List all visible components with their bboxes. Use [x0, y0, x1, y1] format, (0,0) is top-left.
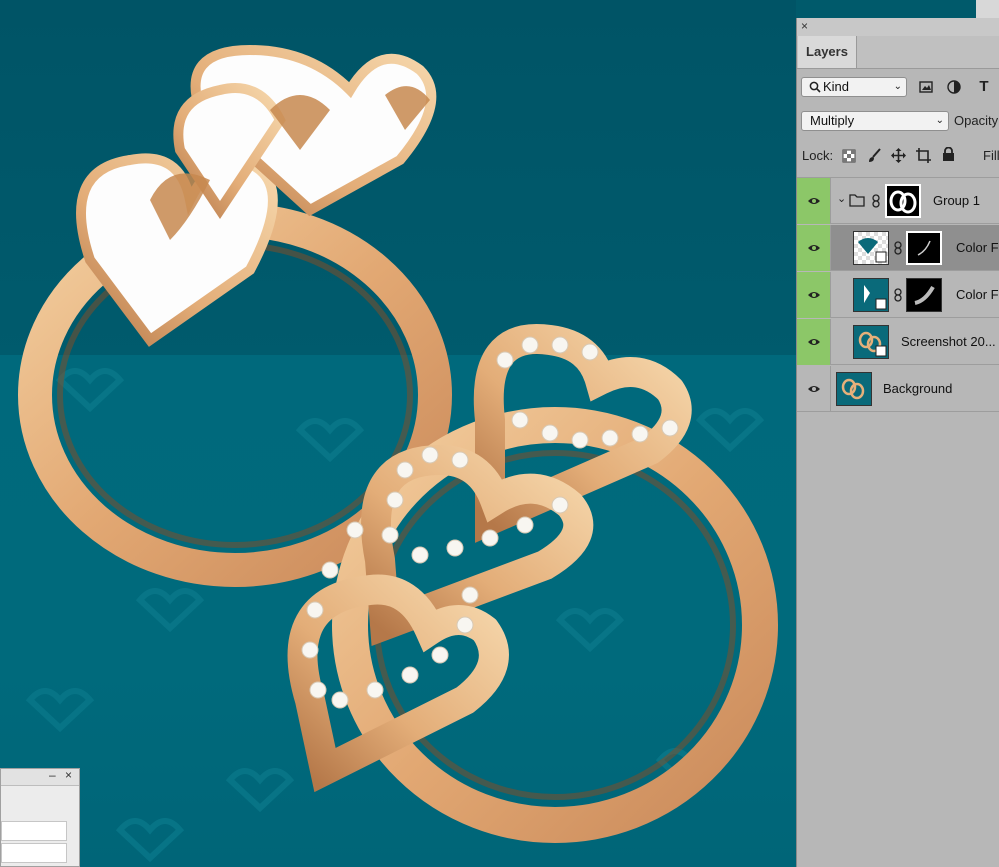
- floating-dialog: – ×: [0, 768, 80, 867]
- fill-label: Fill: [983, 148, 999, 163]
- filter-row: Kind ⌄ T: [797, 69, 999, 107]
- eye-icon: [808, 339, 820, 345]
- smart-object-thumbnail[interactable]: [853, 325, 889, 359]
- layer-mask-thumbnail[interactable]: [906, 231, 942, 265]
- blend-mode-dropdown[interactable]: Multiply ⌄: [801, 111, 949, 131]
- group-mask-thumbnail[interactable]: [885, 184, 921, 218]
- image-filter-icon[interactable]: [919, 80, 933, 94]
- dialog-field[interactable]: [1, 821, 67, 841]
- lock-brush-icon[interactable]: [867, 148, 882, 163]
- chevron-down-icon: ⌄: [893, 81, 902, 92]
- adjustment-filter-icon[interactable]: [947, 80, 961, 94]
- layer-row-color-fill-1[interactable]: Color F: [797, 225, 999, 271]
- lock-row: Lock: Fill: [797, 137, 999, 178]
- lock-transparent-icon[interactable]: [842, 149, 856, 163]
- eye-icon: [808, 245, 820, 251]
- filter-kind-dropdown[interactable]: Kind ⌄: [801, 77, 907, 97]
- document-canvas[interactable]: [0, 0, 796, 867]
- lock-move-icon[interactable]: [891, 148, 906, 163]
- eye-icon: [808, 386, 820, 392]
- visibility-toggle[interactable]: [797, 225, 831, 271]
- layer-row-group-1[interactable]: ⌄ Group 1: [797, 178, 999, 224]
- link-icon[interactable]: [872, 194, 880, 208]
- layer-mask-thumbnail[interactable]: [906, 278, 942, 312]
- layers-panel: × Layers Kind ⌄ T Multiply ⌄ Opacity Loc…: [796, 18, 999, 867]
- lock-artboard-icon[interactable]: [916, 148, 931, 163]
- layer-name: Color F: [956, 287, 999, 302]
- dialog-field[interactable]: [1, 843, 67, 863]
- eye-icon: [808, 198, 820, 204]
- folder-icon: [849, 194, 865, 207]
- lock-label: Lock:: [802, 148, 834, 163]
- visibility-toggle[interactable]: [797, 319, 831, 365]
- color-fill-thumbnail[interactable]: [853, 231, 889, 265]
- tab-layers[interactable]: Layers: [798, 36, 857, 68]
- visibility-toggle[interactable]: [797, 366, 831, 412]
- visibility-toggle[interactable]: [797, 272, 831, 318]
- chevron-down-icon: ⌄: [935, 115, 944, 126]
- type-filter-icon[interactable]: T: [975, 78, 993, 96]
- background-thumbnail[interactable]: [836, 372, 872, 406]
- chevron-down-icon[interactable]: ⌄: [837, 192, 846, 205]
- link-icon[interactable]: [894, 241, 902, 255]
- eye-icon: [808, 292, 820, 298]
- opacity-label: Opacity: [954, 113, 999, 128]
- ring-photo: [18, 44, 778, 863]
- close-icon[interactable]: ×: [65, 768, 72, 782]
- layer-name: Group 1: [933, 193, 980, 208]
- visibility-toggle[interactable]: [797, 178, 831, 224]
- dialog-title-bar: – ×: [1, 768, 79, 786]
- panel-header-bar: ×: [797, 18, 999, 36]
- panel-close-icon[interactable]: ×: [801, 19, 808, 33]
- window-edge: [976, 0, 999, 18]
- link-icon[interactable]: [894, 288, 902, 302]
- minimize-icon[interactable]: –: [49, 768, 56, 782]
- blend-row: Multiply ⌄ Opacity: [797, 107, 999, 137]
- layer-name: Background: [883, 381, 953, 396]
- layer-row-color-fill-2[interactable]: Color F: [797, 272, 999, 318]
- layer-row-background[interactable]: Background: [797, 366, 999, 412]
- lock-all-icon[interactable]: [942, 147, 955, 162]
- search-icon: [809, 81, 821, 93]
- layer-row-screenshot[interactable]: Screenshot 20...: [797, 319, 999, 365]
- layer-name: Screenshot 20...: [901, 334, 996, 349]
- color-fill-thumbnail[interactable]: [853, 278, 889, 312]
- layer-name: Color F: [956, 240, 999, 255]
- layer-list: ⌄ Group 1 Color F Color F Screenshot 20.…: [797, 178, 999, 418]
- panel-tabs: Layers: [797, 36, 999, 69]
